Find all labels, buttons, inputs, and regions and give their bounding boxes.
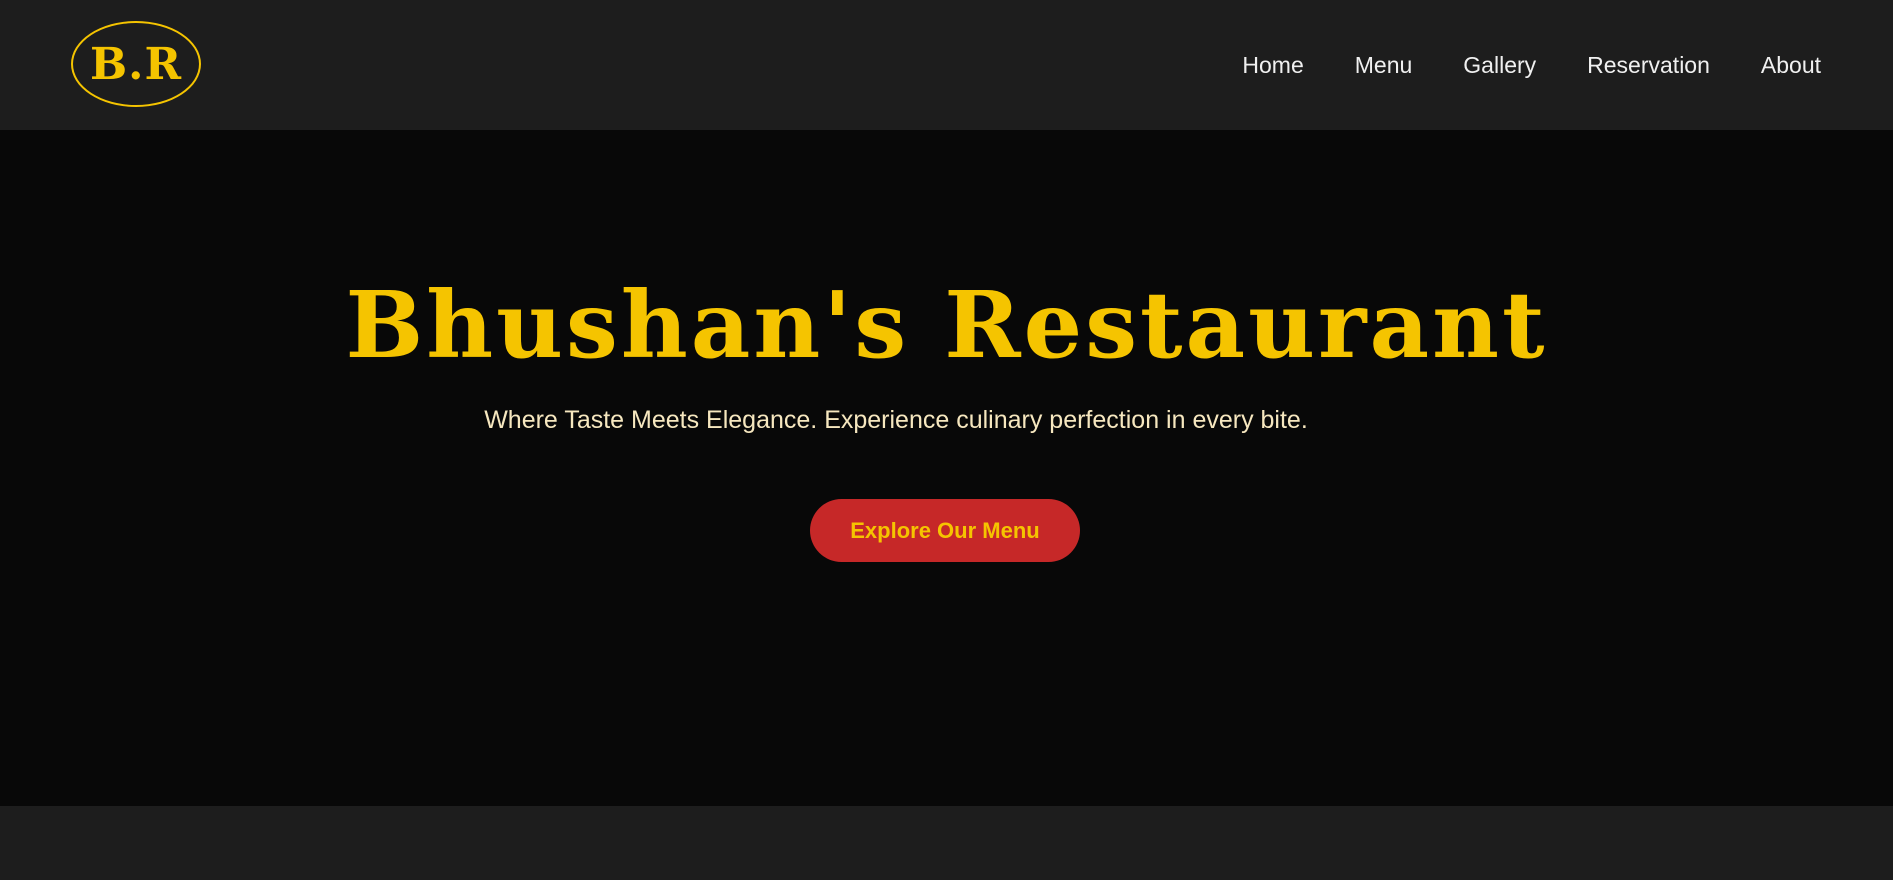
hero-section: Bhushan's Restaurant Where Taste Meets E…	[0, 130, 1893, 806]
nav-link-about[interactable]: About	[1761, 48, 1821, 82]
explore-menu-button[interactable]: Explore Our Menu	[810, 499, 1080, 562]
hero-subtitle: Where Taste Meets Elegance. Experience c…	[484, 406, 1308, 434]
nav-link-home[interactable]: Home	[1242, 48, 1303, 82]
logo[interactable]: B.R	[71, 21, 201, 107]
nav-links: Home Menu Gallery Reservation About	[1242, 48, 1821, 82]
hero-title: Bhushan's Restaurant	[345, 271, 1548, 379]
nav-link-menu[interactable]: Menu	[1355, 48, 1413, 82]
nav-link-reservation[interactable]: Reservation	[1587, 48, 1710, 82]
nav-link-gallery[interactable]: Gallery	[1463, 48, 1536, 82]
next-section	[0, 806, 1893, 880]
navbar: B.R Home Menu Gallery Reservation About	[0, 0, 1893, 130]
